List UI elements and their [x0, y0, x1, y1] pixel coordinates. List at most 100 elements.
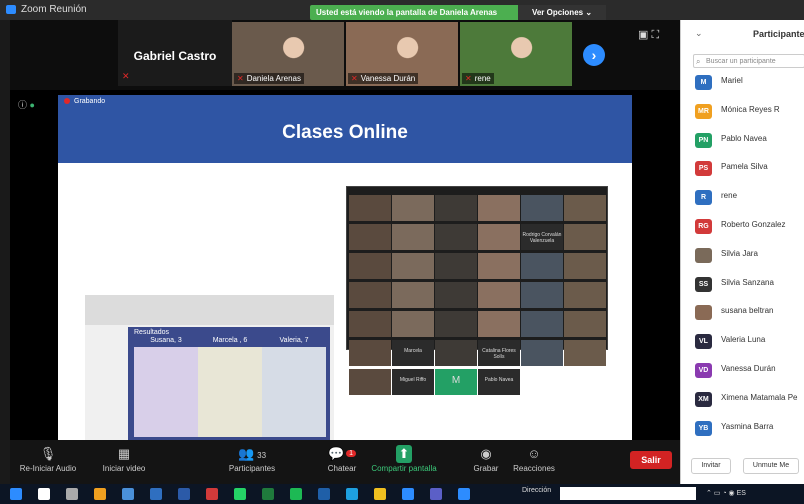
address-input[interactable] — [560, 487, 696, 500]
avatar: R — [695, 190, 712, 206]
participant-row[interactable]: VL Valeria Luna — [693, 331, 804, 353]
participant-row[interactable]: MR Mónica Reyes R — [693, 101, 804, 123]
participant-row[interactable]: susana beltran — [693, 302, 804, 324]
excel-icon[interactable] — [262, 488, 274, 500]
iniciar-video-button[interactable]: ▦ Iniciar video — [92, 445, 156, 473]
participant-row[interactable]: PS Pamela Silva — [693, 158, 804, 180]
mail-icon[interactable] — [150, 488, 162, 500]
participant-row[interactable]: M Mariel — [693, 72, 804, 94]
avatar: YB — [695, 420, 712, 436]
re-iniciar-audio-button[interactable]: 🎙 Re-Iniciar Audio — [16, 445, 80, 473]
toolbar-label: Compartir pantalla — [371, 464, 437, 473]
photos-icon[interactable] — [318, 488, 330, 500]
participants-panel: ⌄ Participantes ⌕ Buscar un participante … — [680, 20, 804, 484]
gallery-tile — [435, 340, 477, 366]
next-page-arrow-icon[interactable]: › — [583, 44, 605, 66]
reacciones-button[interactable]: ☺ Reacciones — [502, 445, 566, 473]
teams-icon[interactable] — [430, 488, 442, 500]
gallery-tile — [478, 224, 520, 250]
participant-row[interactable]: VD Vanessa Durán — [693, 360, 804, 382]
gallery-tile — [564, 224, 606, 250]
avatar — [695, 305, 712, 321]
participant-name: Mariel — [721, 76, 743, 85]
participant-row[interactable]: Rrene — [693, 187, 804, 209]
participant-row[interactable]: Silvia Jara — [693, 245, 804, 267]
gallery-tile — [349, 369, 391, 395]
participant-row[interactable]: XM Ximena Matamala Pe — [693, 389, 804, 411]
slide-title: Clases Online — [282, 122, 408, 143]
participant-name: Pablo Navea — [721, 133, 767, 143]
tray-label: Marcela , 6 — [212, 337, 248, 344]
leave-button[interactable]: Salir — [630, 451, 672, 469]
avatar: PN — [695, 132, 712, 148]
gallery-tile-name: Rodrigo Corvalán Valenzuela — [522, 232, 562, 244]
invite-button[interactable]: Invitar — [691, 458, 731, 474]
participant-video[interactable]: ✕ rene — [460, 22, 572, 86]
file-explorer-icon[interactable] — [122, 488, 134, 500]
gallery-tile: Marcela — [392, 340, 434, 366]
participant-row[interactable]: RG Roberto Gonzalez — [693, 216, 804, 238]
gallery-tile — [435, 253, 477, 279]
participant-video[interactable]: ✕ Daniela Arenas — [232, 22, 344, 86]
participantes-button[interactable]: 👥 33 Participantes — [220, 445, 284, 473]
participant-row[interactable]: PN Pablo Navea — [693, 130, 804, 152]
edge-icon[interactable] — [346, 488, 358, 500]
participant-name: Valeria Luna — [721, 335, 766, 345]
gallery-tile — [564, 195, 606, 221]
spotify-icon[interactable] — [290, 488, 302, 500]
unmute-me-button[interactable]: Unmute Me — [743, 458, 799, 474]
whatsapp-icon[interactable] — [234, 488, 246, 500]
participants-header: ⌄ Participantes — [681, 26, 804, 42]
tray-label: Valeria, 7 — [279, 337, 309, 344]
mic-muted-icon: ✕ — [237, 74, 244, 83]
toolbar-label: Iniciar video — [102, 464, 146, 473]
speaker-view-icon[interactable]: ▣ — [638, 29, 648, 41]
result-tray: Susana, 3 — [134, 337, 198, 437]
zoom-icon[interactable] — [458, 488, 470, 500]
avatar: PS — [695, 161, 712, 177]
shield-icon[interactable]: ● — [30, 100, 35, 110]
task-view-icon[interactable] — [66, 488, 78, 500]
powerpoint-icon[interactable] — [206, 488, 218, 500]
window-title: Zoom Reunión — [21, 4, 87, 15]
participant-name: susana beltran — [721, 306, 774, 316]
chrome-icon[interactable] — [94, 488, 106, 500]
app-icon[interactable] — [402, 488, 414, 500]
gallery-tile — [521, 340, 563, 366]
gallery-tile: Rodrigo Corvalán Valenzuela — [521, 224, 563, 250]
app-icon[interactable] — [374, 488, 386, 500]
participant-name: Silvia Sanzana — [721, 277, 774, 287]
toolbar-label: Re-Iniciar Audio — [19, 464, 77, 473]
mic-muted-icon: 🎙 — [39, 446, 57, 461]
gallery-tile — [392, 195, 434, 221]
fullscreen-icon[interactable]: ⛶ — [651, 29, 659, 41]
gallery-tile — [521, 195, 563, 221]
participant-search-input[interactable]: ⌕ Buscar un participante — [693, 54, 804, 68]
participant-name: Gabriel Castro — [133, 49, 217, 63]
word-icon[interactable] — [178, 488, 190, 500]
shared-gallery-screenshot-small: Resultados Susana, 3 Marcela , 6 Valeria… — [85, 295, 334, 441]
gallery-tile — [435, 224, 477, 250]
view-options-button[interactable]: Ver Opciones ⌄ — [518, 5, 606, 20]
gallery-tile — [435, 195, 477, 221]
windows-start-icon[interactable] — [10, 488, 22, 500]
participant-name: Silvia Jara — [721, 248, 758, 258]
participant-name: Yasmina Barra — [721, 421, 774, 431]
compartir-pantalla-button[interactable]: ⬆ Compartir pantalla — [362, 445, 446, 473]
avatar: RG — [695, 219, 712, 234]
system-tray: ⌃ ▭ ◔ ◉ ES — [706, 490, 746, 497]
info-icon[interactable]: ⓘ — [18, 100, 27, 110]
participant-row[interactable]: YB Yasmina Barra — [693, 418, 804, 440]
search-icon[interactable] — [38, 488, 50, 500]
chevron-down-icon[interactable]: ⌄ — [695, 28, 703, 39]
gallery-tile — [392, 253, 434, 279]
participant-name: Pamela Silva — [721, 162, 768, 172]
participants-footer: Invitar Unmute Me — [681, 454, 804, 480]
meeting-info-icons: ⓘ ● — [18, 98, 35, 111]
participant-video[interactable]: ✕ Vanessa Durán — [346, 22, 458, 86]
participant-row[interactable]: SS Silvia Sanzana — [693, 274, 804, 296]
toolbar-label: Participantes — [228, 464, 276, 473]
participant-name: Ximena Matamala Pe — [721, 392, 798, 402]
participant-name-card[interactable]: Gabriel Castro ✕ — [118, 20, 232, 86]
result-tray: Marcela , 6 — [198, 337, 262, 437]
